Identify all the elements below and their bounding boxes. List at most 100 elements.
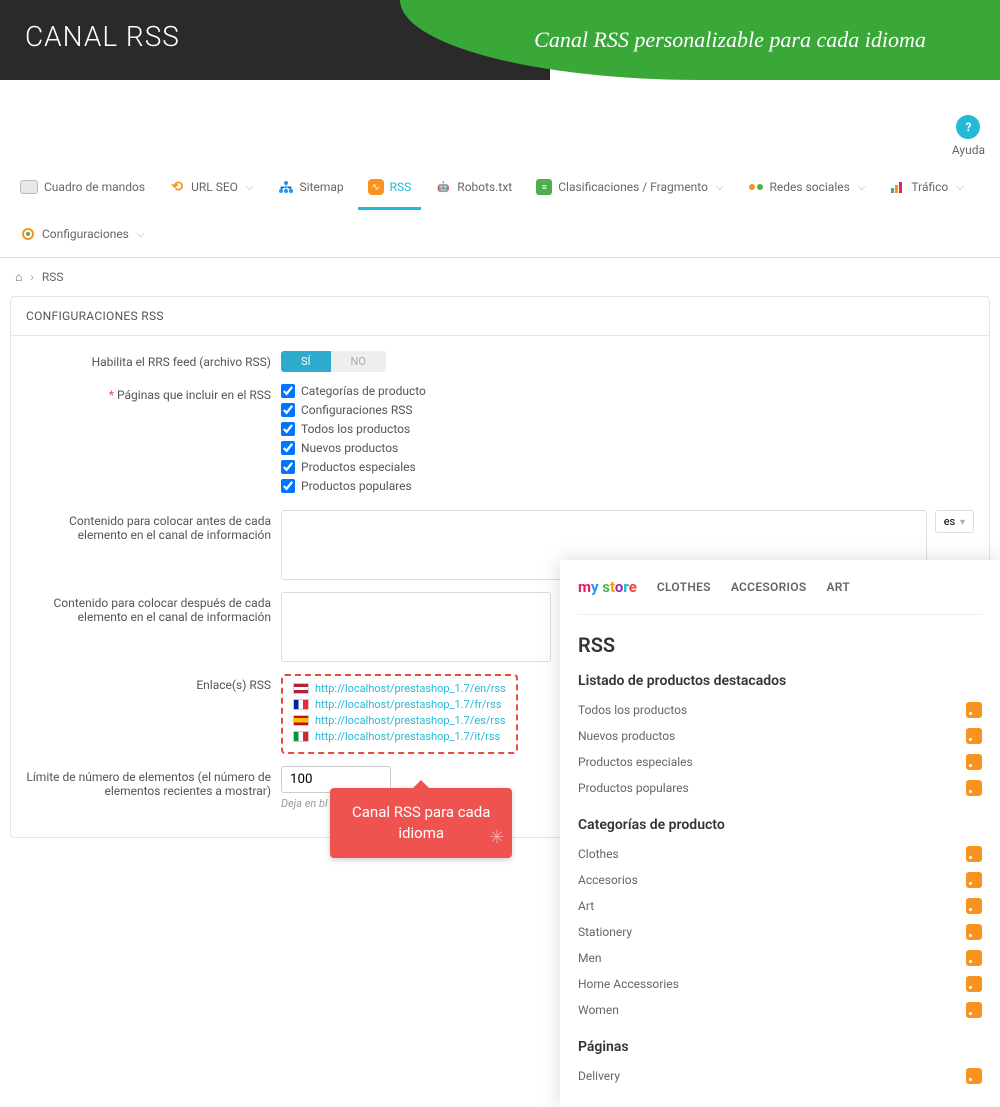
rss-icon[interactable] bbox=[966, 702, 982, 718]
list-item[interactable]: Men bbox=[578, 945, 982, 971]
rss-icon[interactable] bbox=[966, 1002, 982, 1018]
section-destacados: Listado de productos destacados bbox=[578, 673, 982, 689]
check-todos[interactable]: Todos los productos bbox=[281, 422, 974, 436]
checkbox[interactable] bbox=[281, 441, 295, 455]
list-item[interactable]: Clothes bbox=[578, 841, 982, 867]
home-icon[interactable]: ⌂ bbox=[15, 270, 22, 284]
rss-icon[interactable] bbox=[966, 754, 982, 770]
sitemap-icon bbox=[278, 179, 294, 195]
help-icon: ? bbox=[956, 115, 980, 139]
section-categorias: Categorías de producto bbox=[578, 817, 982, 833]
star-icon: ✳ bbox=[489, 825, 504, 850]
tab-rss[interactable]: ∿RSS bbox=[358, 167, 422, 210]
nav-art[interactable]: ART bbox=[826, 580, 850, 594]
chevron-down-icon: ⌵ bbox=[246, 182, 254, 193]
flag-es-icon bbox=[293, 715, 309, 726]
list-item[interactable]: Home Accessories bbox=[578, 971, 982, 997]
toggle-no[interactable]: NO bbox=[331, 351, 386, 372]
rss-link-it[interactable]: http://localhost/prestashop_1.7/it/rss bbox=[293, 730, 506, 743]
chevron-down-icon: ⌵ bbox=[716, 182, 724, 193]
callout-annotation: Canal RSS para cada idioma ✳ bbox=[330, 788, 512, 858]
nav-clothes[interactable]: CLOTHES bbox=[657, 580, 711, 594]
tab-trafico[interactable]: Tráfico⌵ bbox=[879, 167, 973, 210]
tab-robots[interactable]: 🤖Robots.txt bbox=[425, 167, 522, 210]
tab-url-seo[interactable]: ⟲URL SEO⌵ bbox=[159, 167, 263, 210]
list-item[interactable]: Art bbox=[578, 893, 982, 919]
before-label: Contenido para colocar antes de cada ele… bbox=[26, 510, 281, 580]
tab-redes-sociales[interactable]: Redes sociales⌵ bbox=[738, 167, 876, 210]
rss-link-fr[interactable]: http://localhost/prestashop_1.7/fr/rss bbox=[293, 698, 506, 711]
rss-icon[interactable] bbox=[966, 924, 982, 940]
tab-configuraciones[interactable]: Configuraciones⌵ bbox=[10, 214, 154, 257]
url-icon: ⟲ bbox=[169, 179, 185, 195]
checkbox[interactable] bbox=[281, 460, 295, 474]
help-label: Ayuda bbox=[952, 143, 985, 157]
checkbox[interactable] bbox=[281, 384, 295, 398]
rss-link-en[interactable]: http://localhost/prestashop_1.7/en/rss bbox=[293, 682, 506, 695]
rss-link-es[interactable]: http://localhost/prestashop_1.7/es/rss bbox=[293, 714, 506, 727]
help-button[interactable]: ? Ayuda bbox=[952, 115, 985, 157]
list-item[interactable]: Todos los productos bbox=[578, 697, 982, 723]
banner: CANAL RSS Canal RSS personalizable para … bbox=[0, 0, 1000, 80]
breadcrumb: ⌂ › RSS bbox=[0, 258, 1000, 296]
checkbox[interactable] bbox=[281, 403, 295, 417]
rss-icon[interactable] bbox=[966, 950, 982, 966]
trafico-icon bbox=[889, 179, 905, 195]
check-especiales[interactable]: Productos especiales bbox=[281, 460, 974, 474]
store-nav: my store CLOTHES ACCESORIOS ART bbox=[578, 560, 982, 615]
chevron-down-icon: ⌵ bbox=[858, 182, 866, 193]
toggle-yes[interactable]: SÍ bbox=[281, 351, 331, 372]
language-selector[interactable]: es ▾ bbox=[935, 510, 974, 533]
list-item[interactable]: Stationery bbox=[578, 919, 982, 945]
clasificaciones-icon: ≡ bbox=[536, 179, 552, 195]
pages-label: * Páginas que incluir en el RSS bbox=[26, 384, 281, 498]
tab-dashboard[interactable]: Cuadro de mandos bbox=[10, 168, 155, 209]
enable-toggle[interactable]: SÍ NO bbox=[281, 351, 386, 372]
list-item[interactable]: Productos especiales bbox=[578, 749, 982, 775]
rss-icon[interactable] bbox=[966, 898, 982, 914]
check-categorias[interactable]: Categorías de producto bbox=[281, 384, 974, 398]
storefront-preview: my store CLOTHES ACCESORIOS ART RSS List… bbox=[560, 560, 1000, 1107]
check-nuevos[interactable]: Nuevos productos bbox=[281, 441, 974, 455]
checkbox[interactable] bbox=[281, 479, 295, 493]
robots-icon: 🤖 bbox=[435, 179, 451, 195]
tab-sitemap[interactable]: Sitemap bbox=[268, 167, 354, 210]
check-populares[interactable]: Productos populares bbox=[281, 479, 974, 493]
chevron-down-icon: ⌵ bbox=[956, 182, 964, 193]
rss-icon[interactable] bbox=[966, 780, 982, 796]
chevron-down-icon: ▾ bbox=[960, 517, 965, 528]
list-item[interactable]: Accesorios bbox=[578, 867, 982, 893]
breadcrumb-current: RSS bbox=[42, 270, 64, 284]
check-config-rss[interactable]: Configuraciones RSS bbox=[281, 403, 974, 417]
links-label: Enlace(s) RSS bbox=[26, 674, 281, 754]
flag-it-icon bbox=[293, 731, 309, 742]
config-icon bbox=[20, 226, 36, 242]
tab-bar: Cuadro de mandos ⟲URL SEO⌵ Sitemap ∿RSS … bbox=[0, 167, 1000, 258]
list-item[interactable]: Productos populares bbox=[578, 775, 982, 801]
list-item[interactable]: Women bbox=[578, 997, 982, 1023]
rss-icon[interactable] bbox=[966, 846, 982, 862]
enable-label: Habilita el RRS feed (archivo RSS) bbox=[26, 351, 281, 372]
list-item[interactable]: Delivery bbox=[578, 1063, 982, 1089]
redes-icon bbox=[748, 179, 764, 195]
flag-en-icon bbox=[293, 683, 309, 694]
tab-clasificaciones[interactable]: ≡Clasificaciones / Fragmento⌵ bbox=[526, 167, 733, 210]
breadcrumb-separator: › bbox=[30, 270, 34, 284]
rss-icon: ∿ bbox=[368, 179, 384, 195]
rss-icon[interactable] bbox=[966, 976, 982, 992]
after-textarea[interactable] bbox=[281, 592, 551, 662]
rss-links-box: http://localhost/prestashop_1.7/en/rss h… bbox=[281, 674, 518, 754]
list-item[interactable]: Nuevos productos bbox=[578, 723, 982, 749]
nav-accesorios[interactable]: ACCESORIOS bbox=[731, 580, 807, 594]
help-area: ? Ayuda bbox=[0, 80, 1000, 167]
rss-icon[interactable] bbox=[966, 872, 982, 888]
section-paginas: Páginas bbox=[578, 1039, 982, 1055]
checkbox[interactable] bbox=[281, 422, 295, 436]
after-label: Contenido para colocar después de cada e… bbox=[26, 592, 281, 662]
overlay-title: RSS bbox=[578, 633, 982, 657]
store-logo[interactable]: my store bbox=[578, 578, 637, 596]
panel-header: CONFIGURACIONES RSS bbox=[11, 297, 989, 336]
rss-icon[interactable] bbox=[966, 1068, 982, 1084]
rss-icon[interactable] bbox=[966, 728, 982, 744]
chevron-down-icon: ⌵ bbox=[137, 229, 145, 240]
